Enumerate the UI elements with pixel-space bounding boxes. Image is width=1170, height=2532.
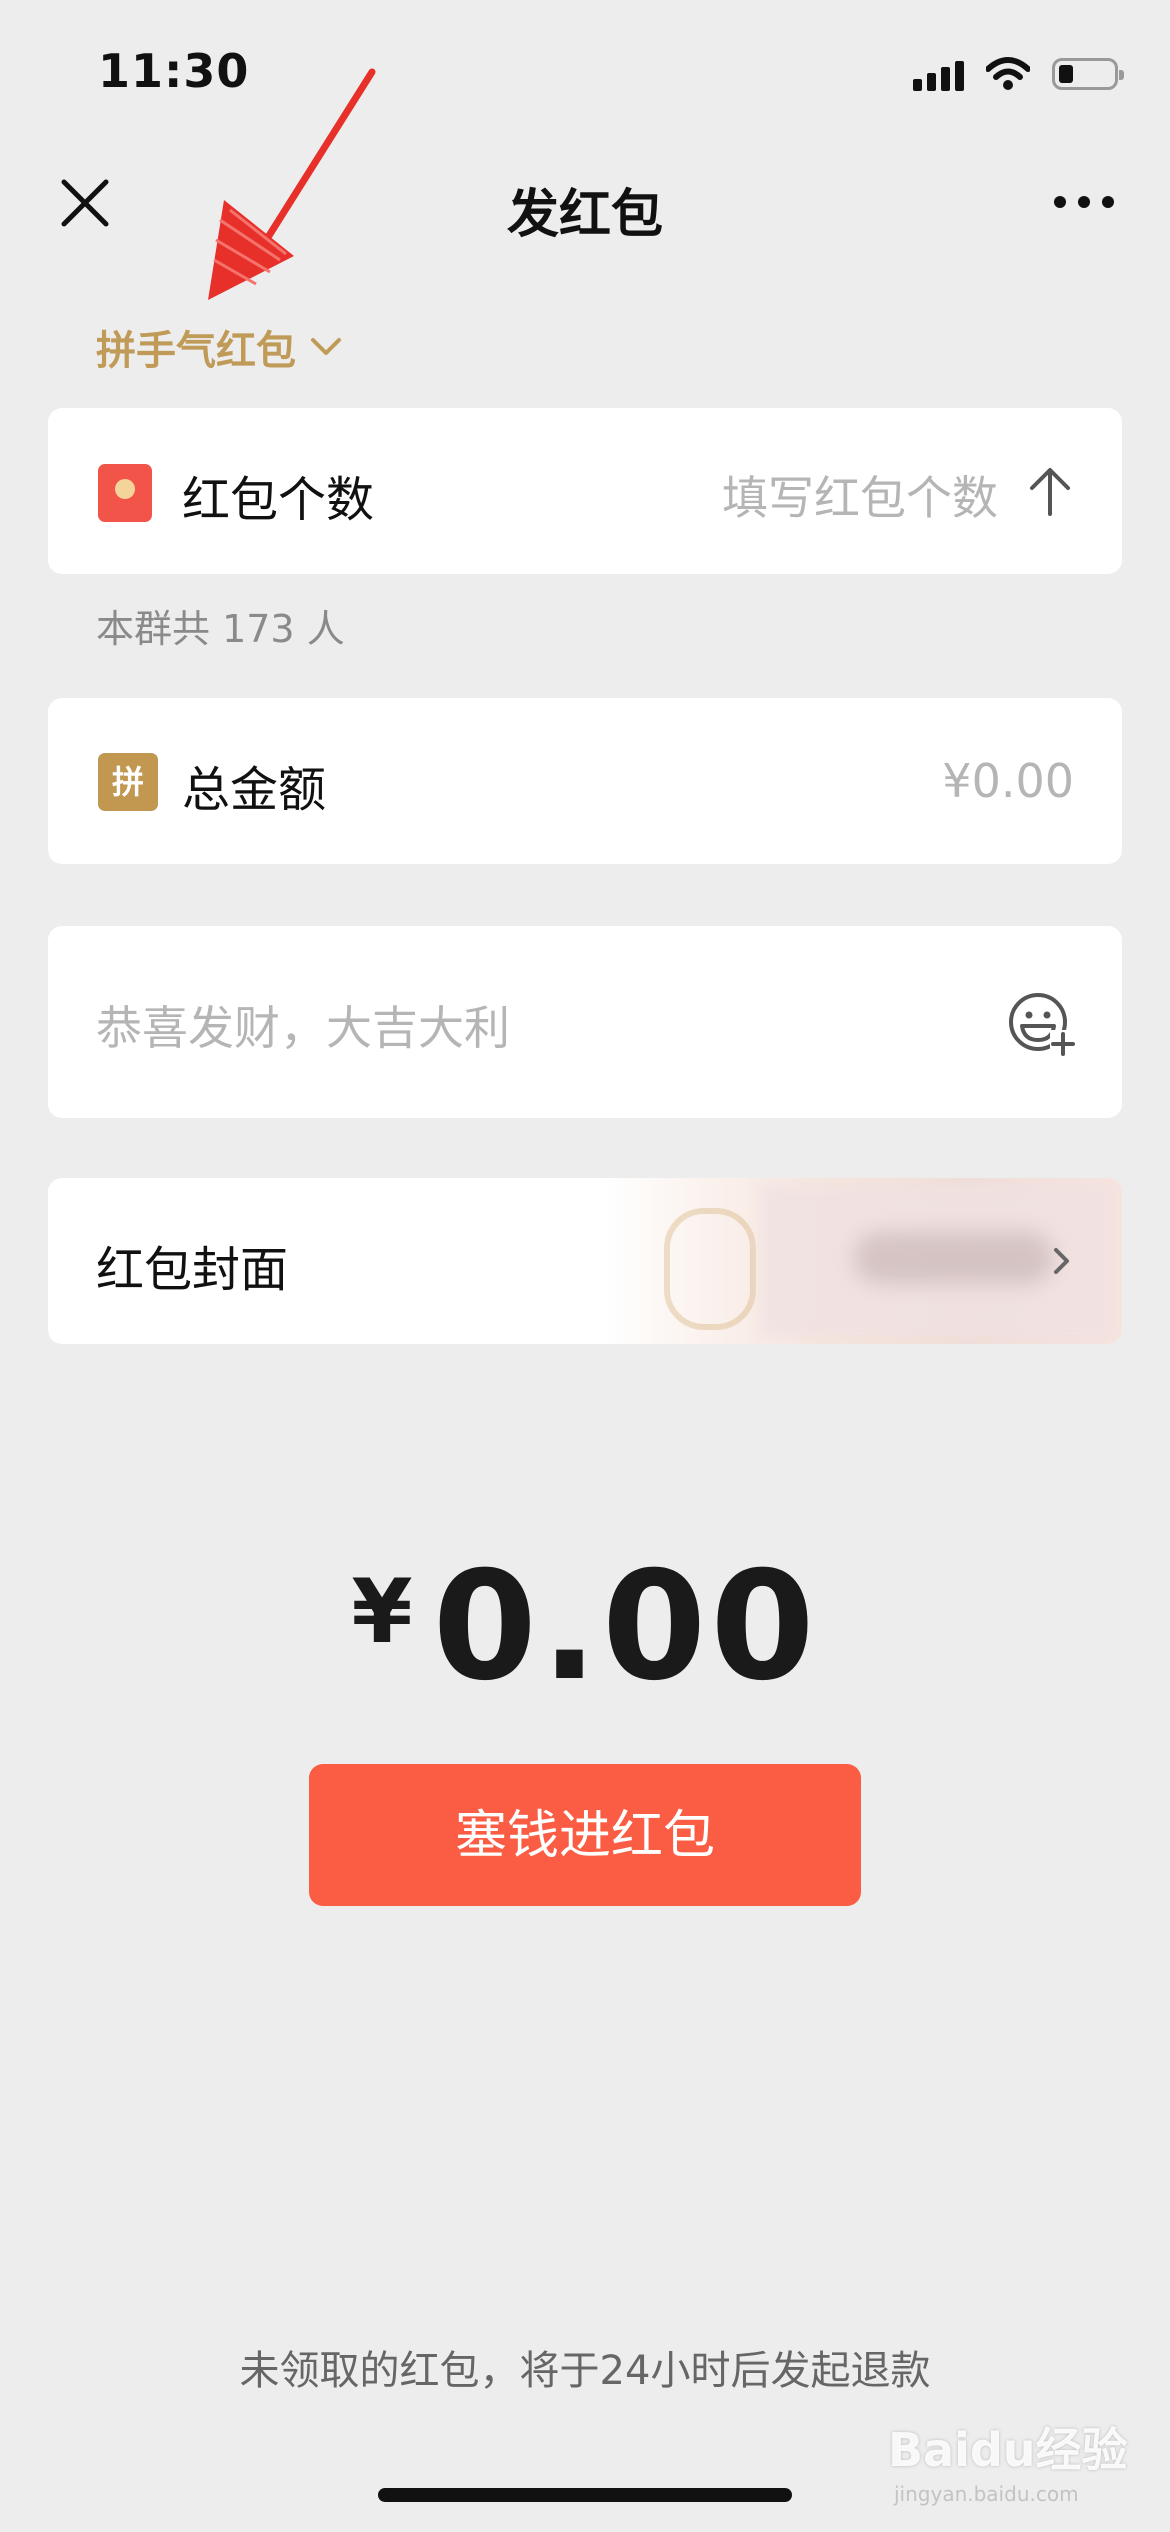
baidu-watermark: Baidu经验 xyxy=(888,2423,1128,2477)
status-time: 11:30 xyxy=(98,44,250,98)
status-icons xyxy=(913,52,1124,96)
packet-count-input[interactable]: 填写红包个数 xyxy=(722,462,998,528)
total-amount-value: 0.00 xyxy=(432,1540,819,1714)
packet-cover-label: 红包封面 xyxy=(96,1242,289,1298)
packet-type-selector[interactable]: 拼手气红包 xyxy=(96,318,342,376)
greeting-row[interactable]: 恭喜发财，大吉大利 xyxy=(48,926,1122,1118)
refund-note: 未领取的红包，将于24小时后发起退款 xyxy=(239,2348,931,2394)
cover-preview-image xyxy=(604,1178,1122,1344)
up-arrow-icon xyxy=(1030,468,1070,516)
battery-icon xyxy=(1052,58,1124,90)
total-amount-label: 总金额 xyxy=(182,762,327,818)
put-money-button[interactable]: 塞钱进红包 xyxy=(309,1764,861,1906)
signal-icon xyxy=(913,57,964,91)
more-icon[interactable] xyxy=(1054,196,1114,208)
total-amount-input[interactable]: ¥0.00 xyxy=(942,754,1074,808)
random-amount-badge: 拼 xyxy=(98,753,158,811)
total-amount-row[interactable]: 拼 总金额 ¥0.00 xyxy=(48,698,1122,864)
page-title: 发红包 xyxy=(506,185,663,245)
baidu-watermark-url: jingyan.baidu.com xyxy=(894,2482,1079,2506)
home-indicator xyxy=(378,2488,792,2502)
packet-count-label: 红包个数 xyxy=(182,472,375,528)
greeting-input[interactable]: 恭喜发财，大吉大利 xyxy=(96,992,510,1058)
chevron-down-icon xyxy=(311,338,341,355)
group-member-count: 本群共 173 人 xyxy=(96,607,345,651)
packet-cover-row[interactable]: 红包封面 xyxy=(48,1178,1122,1344)
currency-symbol: ¥ xyxy=(351,1560,413,1663)
chevron-right-icon xyxy=(1054,1248,1069,1274)
total-amount-display: ¥0.00 xyxy=(0,1540,1170,1714)
wifi-icon xyxy=(986,57,1030,90)
send-red-packet-screen: 11:30 发红包 拼手气红包 红包个数 填写红包个数 本群共 173 人 拼 … xyxy=(0,0,1170,2532)
red-packet-icon xyxy=(98,464,152,522)
emoji-add-icon[interactable] xyxy=(1006,990,1078,1058)
packet-count-row[interactable]: 红包个数 填写红包个数 xyxy=(48,408,1122,574)
packet-type-label: 拼手气红包 xyxy=(96,328,296,374)
